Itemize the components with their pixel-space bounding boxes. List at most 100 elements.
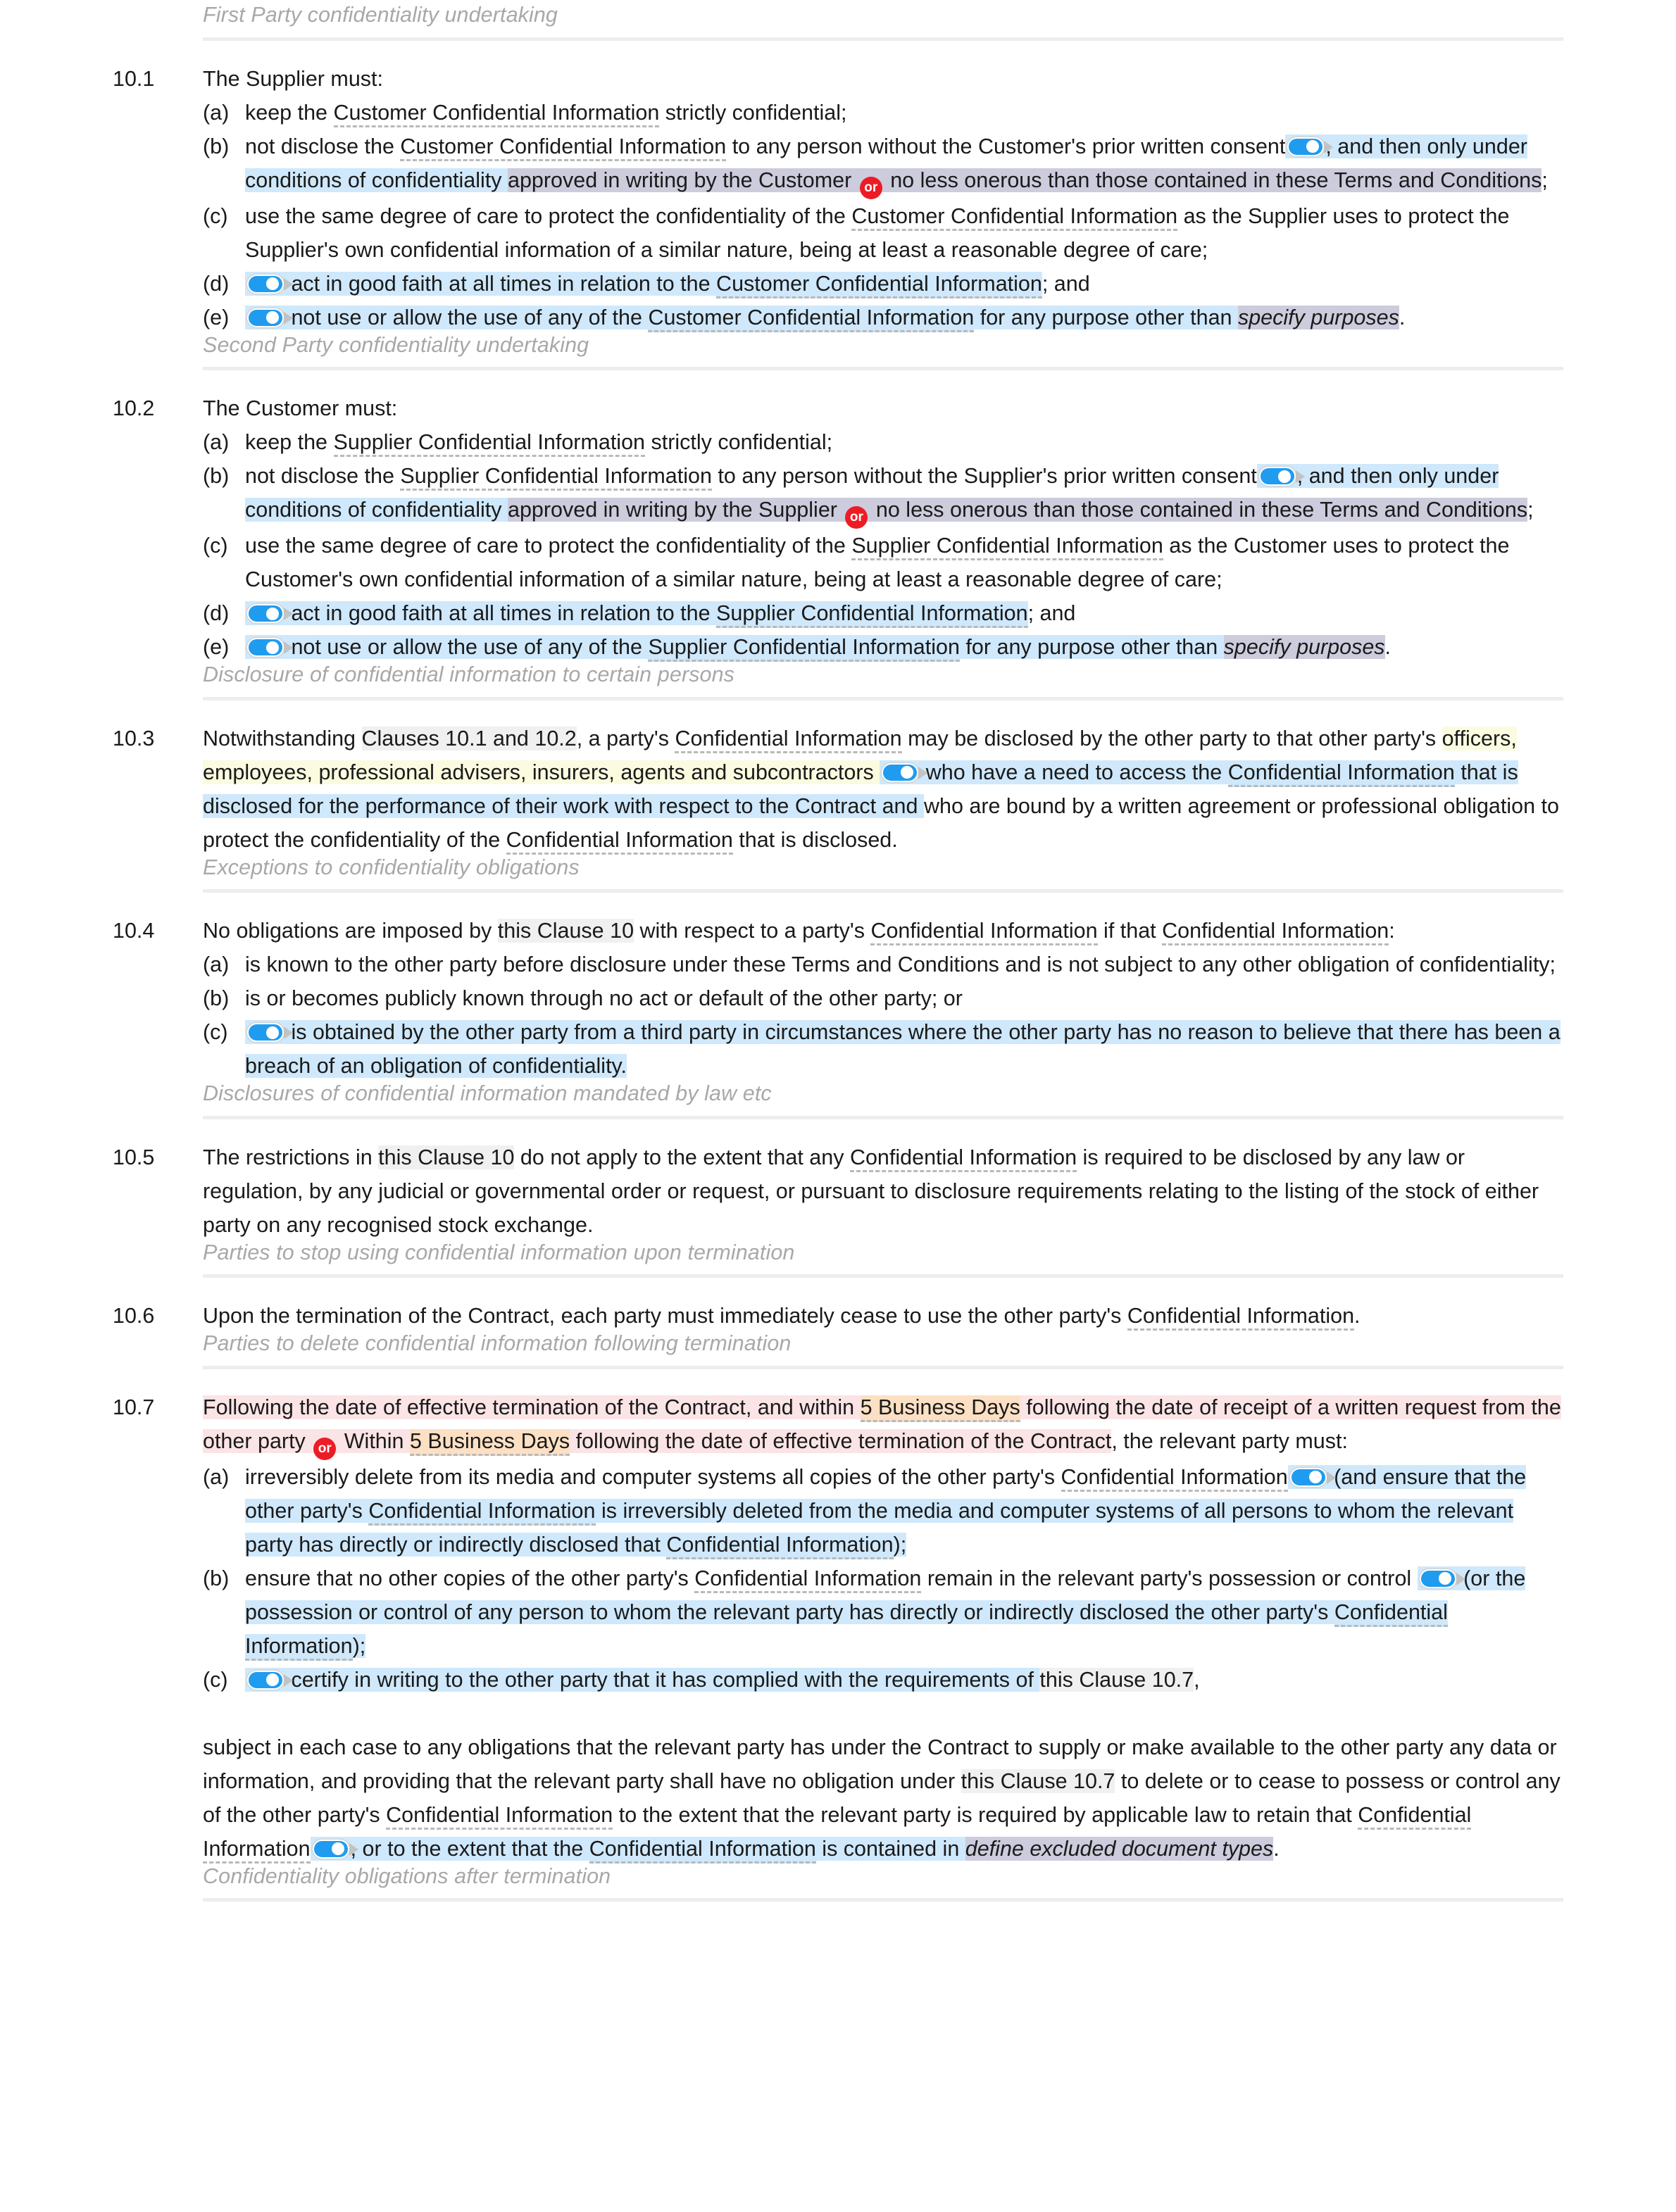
clause-body: Following the date of effective terminat… <box>203 1390 1563 1866</box>
highlight-span: following the date of effective terminat… <box>570 1428 1112 1453</box>
or-badge-icon[interactable]: or <box>845 506 868 529</box>
defined-term[interactable]: Supplier Confidential Information <box>648 635 960 662</box>
clause-body: The Customer must: (a) keep the Supplier C… <box>203 391 1563 664</box>
or-badge-icon[interactable]: or <box>313 1437 337 1460</box>
caret-right-icon <box>284 311 293 325</box>
clause-10.1: 10.1 The Supplier must: (a) keep the Custom… <box>113 62 1563 334</box>
defined-term[interactable]: Confidential Information <box>694 1566 922 1593</box>
clause-subitem: (e) not use or allow the use of any of t… <box>203 630 1563 664</box>
defined-term[interactable]: 5 Business Days <box>860 1395 1020 1422</box>
defined-term[interactable]: 5 Business Days <box>409 1428 570 1456</box>
clause-text: , the relevant party must: <box>1111 1428 1348 1453</box>
defined-term[interactable]: Confidential Information <box>870 919 1098 945</box>
subitem-marker: (c) <box>203 534 228 558</box>
clause-text: not disclose the <box>245 134 401 158</box>
toggle-switch-on-icon[interactable] <box>1289 1467 1336 1487</box>
subitem-text: keep the Supplier Confidential Informati… <box>245 425 1563 459</box>
highlight-span <box>245 271 293 296</box>
clause-number: 10.6 <box>113 1304 155 1328</box>
clause-sublist: (a) irreversibly delete from its media an… <box>203 1460 1563 1697</box>
defined-term[interactable]: Confidential Information <box>386 1802 613 1830</box>
toggle-switch-on-icon[interactable] <box>1419 1569 1465 1588</box>
subitem-marker: (d) <box>203 271 230 296</box>
highlight-span: act in good faith at all times in relati… <box>285 601 717 625</box>
defined-term[interactable]: Supplier Confidential Information <box>333 430 646 457</box>
toggle-switch-on-icon[interactable] <box>1258 467 1305 486</box>
toggle-switch-on-icon[interactable] <box>312 1839 358 1859</box>
toggle-switch-on-icon[interactable] <box>247 604 293 623</box>
defined-term[interactable]: Confidential Information <box>1162 919 1389 945</box>
subitem-marker: (a) <box>203 430 230 454</box>
highlight-span: this Clause 10 <box>497 919 634 943</box>
defined-term[interactable]: Customer Confidential Information <box>648 305 975 332</box>
clause-subitem: (c) is obtained by the other party from … <box>203 1015 1563 1083</box>
clause-lead: No obligations are imposed by this Claus… <box>203 914 1563 948</box>
defined-term[interactable]: Customer Confidential Information <box>333 100 660 127</box>
toggle-switch-on-icon[interactable] <box>247 274 293 294</box>
or-badge-icon[interactable]: or <box>859 176 882 199</box>
clause-lead: Following the date of effective terminat… <box>203 1390 1563 1460</box>
clause-body: No obligations are imposed by this Claus… <box>203 914 1563 1083</box>
section-first-party-confidentiality-undertaking: First Party confidentiality undertaking 1… <box>113 0 1563 334</box>
section-parties-to-stop-using-confidential-information-upon-termination: Parties to stop using confidential infor… <box>113 1240 1563 1333</box>
clause-text: to any person without the Supplier's pri… <box>711 464 1257 488</box>
section-heading: Parties to stop using confidential infor… <box>203 1240 795 1264</box>
defined-term[interactable]: Supplier Confidential Information <box>851 534 1163 560</box>
toggle-switch-on-icon[interactable] <box>247 1670 293 1690</box>
highlight-span: approved in writing by the Supplier <box>508 498 844 522</box>
toggle-switch-on-icon[interactable] <box>247 308 293 327</box>
clause-subitem: (a) keep the Supplier Confidential Inform… <box>203 425 1563 459</box>
defined-term[interactable]: Confidential Information <box>675 726 902 753</box>
section-second-party-confidentiality-undertaking: Second Party confidentiality undertaking… <box>113 334 1563 665</box>
highlight-span: Within <box>338 1428 410 1453</box>
defined-term[interactable]: Customer Confidential Information <box>400 134 727 161</box>
defined-term[interactable]: Confidential Information <box>666 1532 894 1559</box>
toggle-switch-on-icon[interactable] <box>247 1023 293 1042</box>
subitem-text: is known to the other party before discl… <box>245 948 1563 981</box>
highlight-span: or <box>857 168 884 199</box>
defined-term[interactable]: Customer Confidential Information <box>851 203 1178 231</box>
toggle-switch-on-icon[interactable] <box>1287 137 1334 156</box>
clause-subitem: (c) use the same degree of care to protec… <box>203 529 1563 596</box>
toggle-knob <box>1277 470 1291 483</box>
defined-term[interactable]: Confidential Information <box>1061 1464 1288 1492</box>
clause-text: not disclose the <box>245 464 401 488</box>
defined-term[interactable]: Confidential Information <box>1227 760 1455 787</box>
clause-lead: The Customer must: <box>203 396 398 420</box>
clause-text: ; <box>1541 168 1548 192</box>
defined-term[interactable]: Confidential Information <box>1127 1304 1355 1331</box>
clause-text: use the same degree of care to protect t… <box>245 534 852 558</box>
clause-text: to any person without the Customer's pri… <box>726 134 1286 158</box>
clause-paragraph: Upon the termination of the Contract, ea… <box>203 1299 1563 1333</box>
subitem-text: is obtained by the other party from a th… <box>245 1015 1563 1083</box>
defined-term[interactable]: Customer Confidential Information <box>716 271 1042 299</box>
toggle-switch-on-icon[interactable] <box>247 638 293 657</box>
clause-text: is known to the other party before discl… <box>245 953 1556 976</box>
defined-term[interactable]: Supplier Confidential Information <box>716 601 1028 628</box>
subitem-text: not use or allow the use of any of the S… <box>245 630 1563 664</box>
subitem-marker: (e) <box>203 635 230 659</box>
highlight-span: is contained in <box>815 1836 965 1861</box>
defined-term[interactable]: Confidential Information <box>589 1836 816 1864</box>
section-divider <box>203 367 1563 370</box>
toggle-switch-on-icon[interactable] <box>882 762 928 782</box>
clause-text: ensure that no other copies of the other… <box>245 1566 695 1590</box>
highlight-span <box>1285 134 1334 158</box>
highlight-span: , and <box>1325 134 1380 158</box>
section-divider <box>203 696 1563 700</box>
highlight-span: or <box>311 1428 339 1460</box>
subitem-text: not disclose the Customer Confidential I… <box>245 130 1563 199</box>
defined-term[interactable]: Confidential Information <box>849 1145 1077 1172</box>
defined-term[interactable]: Confidential Information <box>506 827 733 855</box>
clause-text: , <box>1194 1667 1200 1692</box>
clause-subitem: (c) certify in writing to the other part… <box>203 1663 1563 1697</box>
clause-text: if that <box>1097 919 1163 943</box>
section-divider <box>203 1274 1563 1278</box>
section-exceptions-to-confidentiality-obligations: Exceptions to confidentiality obligation… <box>113 855 1563 1083</box>
caret-right-icon <box>284 1026 293 1039</box>
clause-text: strictly confidential; <box>659 100 847 125</box>
defined-term[interactable]: Supplier Confidential Information <box>400 464 712 491</box>
section-heading: Exceptions to confidentiality obligation… <box>203 855 580 879</box>
defined-term[interactable]: Confidential Information <box>368 1498 596 1526</box>
toggle-knob <box>266 641 279 654</box>
